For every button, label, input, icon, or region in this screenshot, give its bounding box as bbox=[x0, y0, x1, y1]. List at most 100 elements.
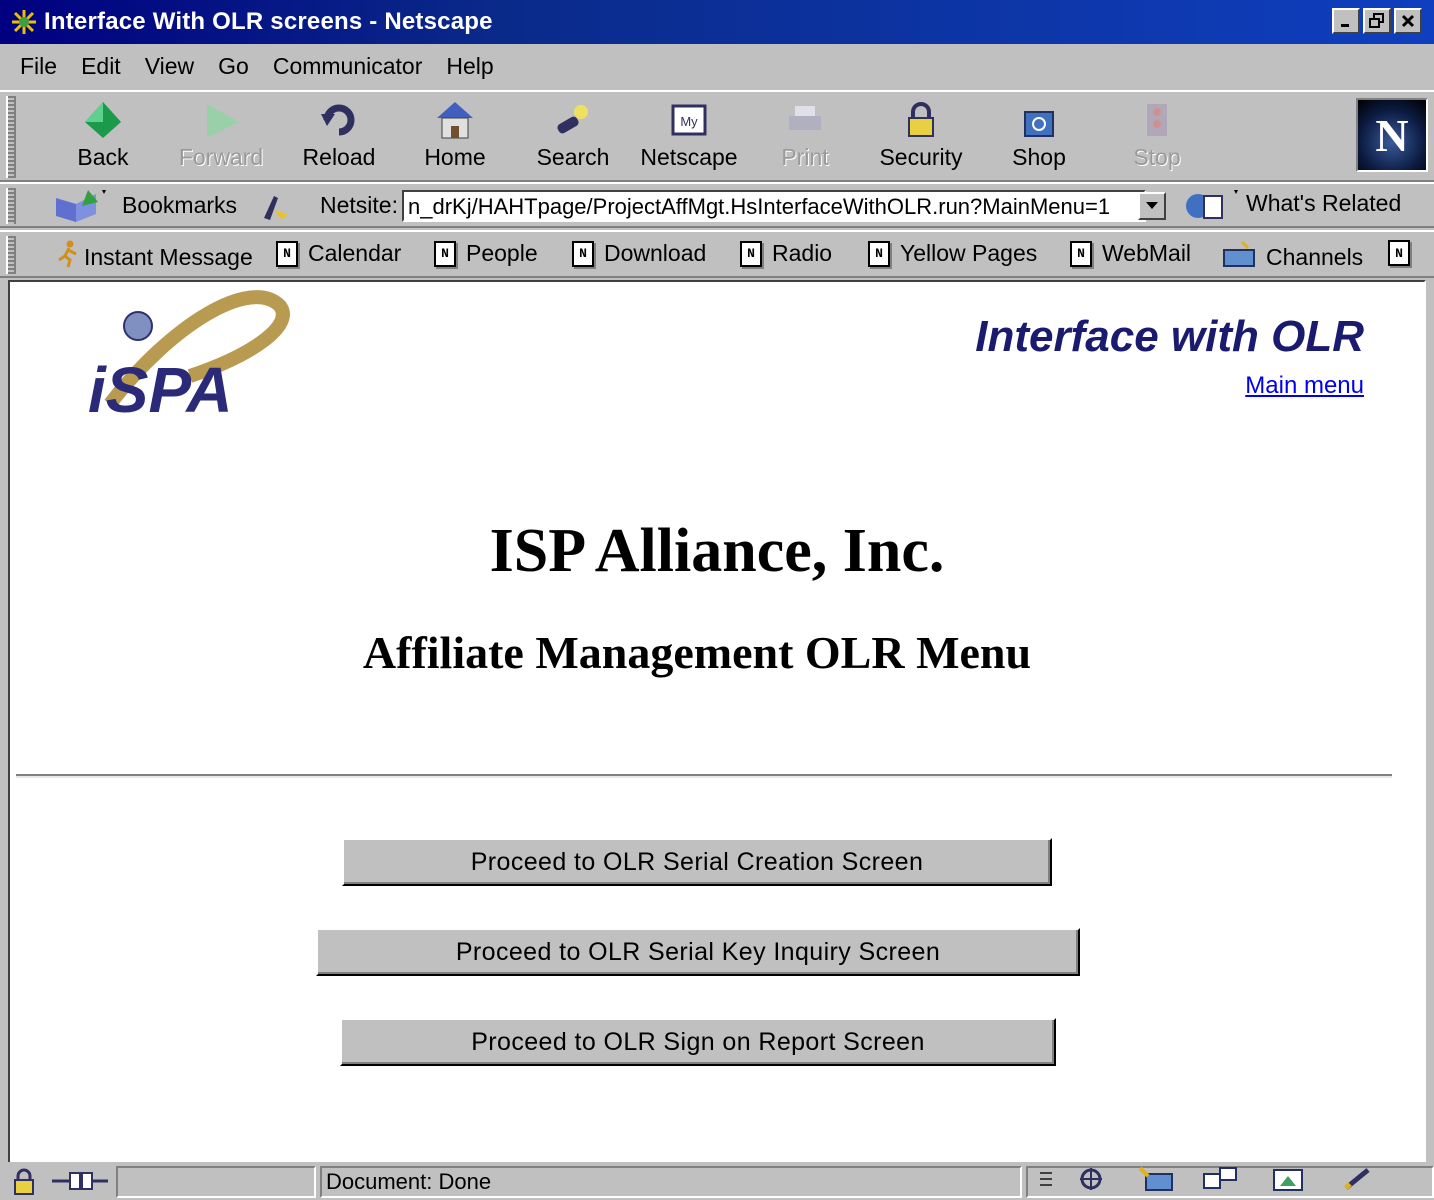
shop-bag-icon bbox=[1015, 98, 1063, 142]
discussion-groups-icon[interactable] bbox=[1202, 1166, 1238, 1198]
serial-creation-button[interactable]: Proceed to OLR Serial Creation Screen bbox=[342, 838, 1052, 886]
back-label: Back bbox=[77, 144, 129, 170]
progress-bar bbox=[116, 1166, 316, 1198]
url-dropdown-button[interactable] bbox=[1138, 192, 1166, 220]
personal-grip[interactable] bbox=[6, 236, 16, 274]
window-title: Interface With OLR screens - Netscape bbox=[44, 8, 493, 35]
channels-folder-icon bbox=[1222, 240, 1256, 274]
navigation-toolbar: Back Forward Reload Home Search My Netsc… bbox=[0, 90, 1434, 182]
back-arrow-icon bbox=[79, 98, 127, 142]
url-input[interactable]: n_drKj/HAHTpage/ProjectAffMgt.HsInterfac… bbox=[402, 190, 1146, 222]
menu-view[interactable]: View bbox=[133, 53, 206, 80]
bookmark-page-icon: N bbox=[572, 240, 594, 267]
home-button[interactable]: Home bbox=[400, 98, 510, 178]
title-bar[interactable]: Interface With OLR screens - Netscape bbox=[0, 0, 1434, 44]
people-button[interactable]: N People bbox=[434, 240, 538, 267]
netscape-throbber-logo[interactable]: N bbox=[1356, 98, 1428, 172]
sign-on-report-button[interactable]: Proceed to OLR Sign on Report Screen bbox=[340, 1018, 1056, 1066]
instant-message-label: Instant Message bbox=[84, 243, 253, 270]
location-grip[interactable] bbox=[6, 188, 16, 224]
more-bookmarks-button[interactable]: N bbox=[1388, 240, 1410, 266]
yellow-pages-label: Yellow Pages bbox=[900, 240, 1038, 266]
lock-icon bbox=[897, 98, 945, 142]
page-content[interactable]: iSPA iSPA Interface with OLR Main menu I… bbox=[8, 280, 1426, 1162]
my-netscape-label: Netscape bbox=[640, 144, 738, 170]
home-icon bbox=[431, 98, 479, 142]
bookmark-page-icon: N bbox=[868, 240, 890, 267]
serial-key-inquiry-button[interactable]: Proceed to OLR Serial Key Inquiry Screen bbox=[316, 928, 1080, 976]
bookmark-page-icon: N bbox=[1070, 240, 1092, 267]
pencil-edit-icon[interactable] bbox=[1342, 1166, 1376, 1198]
forward-label: Forward bbox=[178, 144, 264, 170]
ispa-logo: iSPA iSPA bbox=[80, 286, 290, 426]
home-label: Home bbox=[424, 144, 486, 170]
search-icon bbox=[549, 98, 597, 142]
forward-button[interactable]: Forward bbox=[166, 98, 276, 178]
horizontal-rule bbox=[16, 774, 1392, 778]
my-netscape-icon: My bbox=[665, 98, 713, 142]
main-menu-link[interactable]: Main menu bbox=[1245, 372, 1364, 400]
personal-toolbar: Instant Message N Calendar N People N Do… bbox=[0, 230, 1434, 278]
bookmark-page-icon: N bbox=[1388, 240, 1410, 266]
toolbar-grip[interactable] bbox=[6, 96, 16, 178]
svg-text:My: My bbox=[680, 114, 698, 129]
back-button[interactable]: Back bbox=[48, 98, 158, 178]
location-toolbar: Bookmarks Netsite: n_drKj/HAHTpage/Proje… bbox=[0, 182, 1434, 228]
calendar-label: Calendar bbox=[308, 240, 402, 266]
menu-edit[interactable]: Edit bbox=[69, 53, 133, 80]
reload-label: Reload bbox=[302, 144, 376, 170]
bookmark-page-icon: N bbox=[276, 240, 298, 267]
channels-button[interactable]: Channels bbox=[1222, 240, 1363, 274]
page-subtitle: Affiliate Management OLR Menu bbox=[362, 627, 1032, 678]
company-name: ISP Alliance, Inc. bbox=[489, 517, 945, 585]
webmail-button[interactable]: N WebMail bbox=[1070, 240, 1191, 267]
print-icon bbox=[781, 98, 829, 142]
download-label: Download bbox=[604, 240, 707, 266]
search-button[interactable]: Search bbox=[518, 98, 628, 178]
print-button[interactable]: Print bbox=[750, 98, 860, 178]
menu-help[interactable]: Help bbox=[434, 53, 505, 80]
security-lock-icon[interactable] bbox=[10, 1168, 38, 1196]
calendar-button[interactable]: N Calendar bbox=[276, 240, 401, 267]
reload-icon bbox=[315, 98, 363, 142]
status-text: Document: Done bbox=[320, 1166, 1022, 1198]
netscape-app-icon[interactable] bbox=[8, 6, 40, 38]
maximize-button[interactable] bbox=[1363, 8, 1391, 34]
yellow-pages-button[interactable]: N Yellow Pages bbox=[868, 240, 1037, 267]
webmail-label: WebMail bbox=[1102, 240, 1192, 266]
bookmarks-button[interactable]: Bookmarks bbox=[122, 192, 237, 219]
radio-button[interactable]: N Radio bbox=[740, 240, 832, 267]
connection-plug-icon bbox=[50, 1168, 110, 1194]
mailbox-icon[interactable] bbox=[1138, 1166, 1174, 1198]
component-bar-grip-icon bbox=[1036, 1167, 1056, 1197]
page-heading: Interface with OLR bbox=[975, 312, 1364, 361]
logo-lettering: iSPA bbox=[88, 354, 233, 426]
print-label: Print bbox=[781, 144, 829, 170]
bookmarks-icon[interactable] bbox=[52, 188, 110, 230]
download-button[interactable]: N Download bbox=[572, 240, 706, 267]
reload-button[interactable]: Reload bbox=[284, 98, 394, 178]
bookmark-page-icon: N bbox=[740, 240, 762, 267]
menu-communicator[interactable]: Communicator bbox=[261, 53, 435, 80]
security-label: Security bbox=[879, 144, 963, 170]
channels-label: Channels bbox=[1266, 243, 1364, 270]
forward-arrow-icon bbox=[197, 98, 245, 142]
navigator-icon[interactable] bbox=[1074, 1166, 1108, 1198]
minimize-button[interactable] bbox=[1332, 8, 1360, 34]
menu-file[interactable]: File bbox=[8, 53, 69, 80]
whats-related-button[interactable]: What's Related bbox=[1246, 190, 1401, 217]
page-proxy-icon[interactable] bbox=[258, 190, 292, 228]
composer-icon[interactable] bbox=[1272, 1166, 1304, 1198]
shop-button[interactable]: Shop bbox=[984, 98, 1094, 178]
instant-message-button[interactable]: Instant Message bbox=[56, 240, 253, 274]
close-button[interactable] bbox=[1394, 8, 1422, 34]
my-netscape-button[interactable]: My Netscape bbox=[634, 98, 744, 178]
radio-label: Radio bbox=[772, 240, 833, 266]
bookmark-page-icon: N bbox=[434, 240, 456, 267]
menu-bar: File Edit View Go Communicator Help bbox=[0, 44, 1434, 88]
search-label: Search bbox=[536, 144, 610, 170]
menu-go[interactable]: Go bbox=[206, 53, 261, 80]
security-button[interactable]: Security bbox=[866, 98, 976, 178]
whats-related-icon[interactable] bbox=[1182, 188, 1242, 230]
stop-button[interactable]: Stop bbox=[1102, 98, 1212, 178]
